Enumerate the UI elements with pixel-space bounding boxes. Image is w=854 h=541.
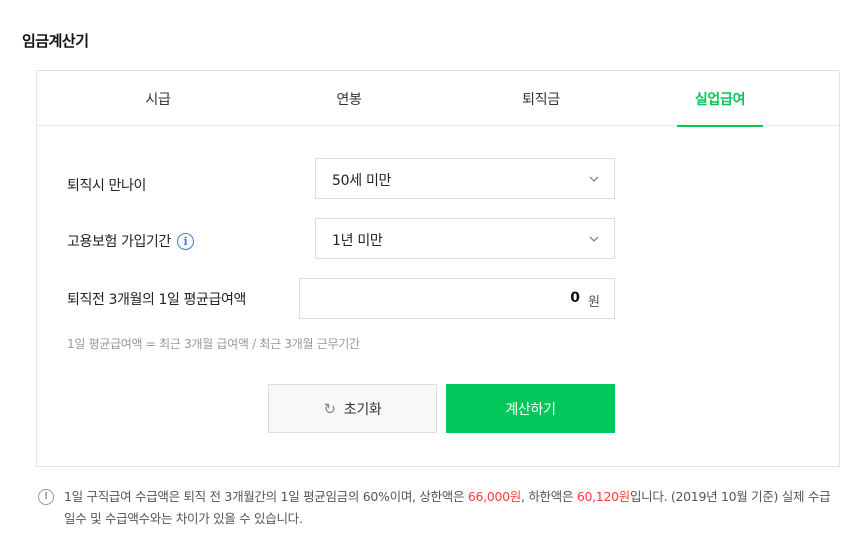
formula-hint: 1일 평균급여액 = 최근 3개월 급여액 / 최근 3개월 근무기간 bbox=[67, 337, 360, 351]
notice-text: 1일 구직급여 수급액은 퇴직 전 3개월간의 1일 평균임금의 60%이며, … bbox=[38, 486, 838, 530]
tab-unemployment-benefit[interactable]: 실업급여 bbox=[677, 71, 763, 127]
tab-hourly[interactable]: 시급 bbox=[105, 71, 211, 126]
page-title: 임금계산기 bbox=[22, 32, 89, 50]
insurance-period-select-value: 1년 미만 bbox=[332, 233, 383, 249]
reset-button-label: 초기화 bbox=[343, 401, 382, 418]
age-label: 퇴직시 만나이 bbox=[67, 178, 146, 194]
notice: ! 1일 구직급여 수급액은 퇴직 전 3개월간의 1일 평균임금의 60%이며… bbox=[38, 486, 838, 530]
age-select-value: 50세 미만 bbox=[332, 173, 392, 189]
age-select[interactable]: 50세 미만 bbox=[315, 158, 615, 199]
info-icon[interactable]: i bbox=[176, 232, 194, 250]
chevron-down-icon bbox=[589, 176, 599, 182]
tab-annual-salary[interactable]: 연봉 bbox=[296, 71, 402, 126]
notice-part2: , 하한액은 bbox=[521, 489, 577, 504]
tab-severance[interactable]: 퇴직금 bbox=[488, 71, 594, 126]
average-wage-input[interactable]: 0 원 bbox=[299, 278, 615, 319]
refresh-icon: ↻ bbox=[323, 399, 336, 418]
reset-button[interactable]: ↻ 초기화 bbox=[268, 384, 437, 433]
insurance-period-text: 고용보험 가입기간 bbox=[67, 234, 171, 250]
tab-bar: 시급 연봉 퇴직금 실업급여 bbox=[37, 71, 839, 127]
exclamation-icon: ! bbox=[38, 489, 54, 505]
insurance-period-label: 고용보험 가입기간 i bbox=[67, 231, 194, 251]
calculate-button[interactable]: 계산하기 bbox=[446, 384, 615, 433]
chevron-down-icon bbox=[589, 236, 599, 242]
insurance-period-select[interactable]: 1년 미만 bbox=[315, 218, 615, 259]
min-amount: 60,120원 bbox=[576, 489, 630, 504]
notice-part1: 1일 구직급여 수급액은 퇴직 전 3개월간의 1일 평균임금의 60%이며, … bbox=[64, 489, 468, 504]
currency-unit: 원 bbox=[588, 295, 600, 310]
calculator-card: 시급 연봉 퇴직금 실업급여 퇴직시 만나이 50세 미만 고용보험 가입기간 … bbox=[36, 70, 840, 467]
average-wage-label: 퇴직전 3개월의 1일 평균급여액 bbox=[67, 292, 246, 308]
average-wage-value: 0 bbox=[570, 290, 580, 306]
max-amount: 66,000원 bbox=[467, 489, 521, 504]
